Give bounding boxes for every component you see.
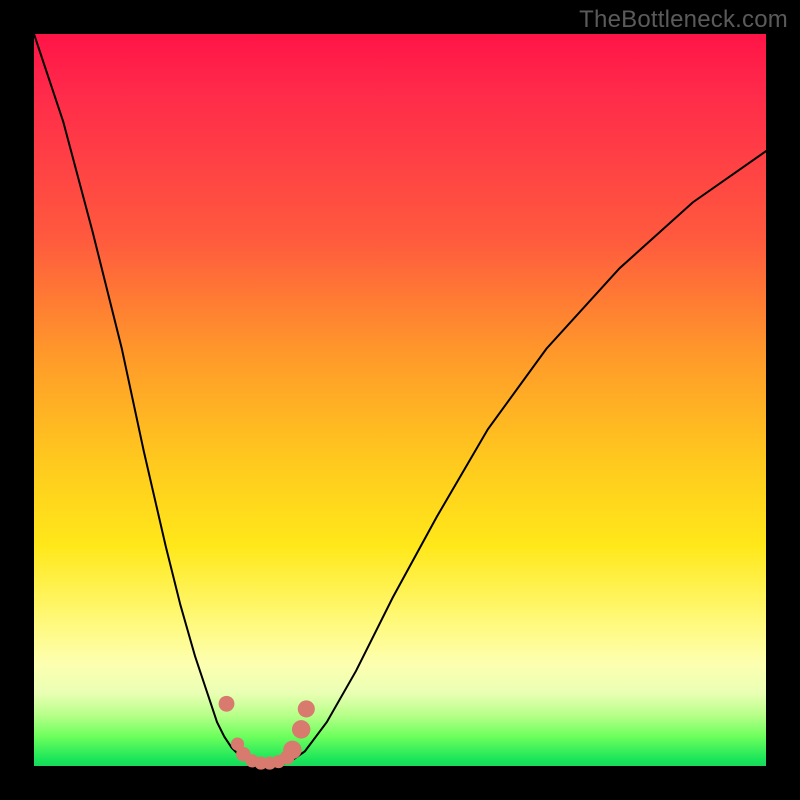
bottleneck-curve (34, 34, 766, 765)
curve-svg (34, 34, 766, 766)
plot-area (34, 34, 766, 766)
marker-group (219, 696, 315, 770)
data-marker (292, 720, 310, 738)
watermark-text: TheBottleneck.com (579, 6, 788, 34)
data-marker (283, 741, 301, 759)
curve-path-group (34, 34, 766, 765)
data-marker (219, 696, 235, 712)
chart-frame: TheBottleneck.com (0, 0, 800, 800)
data-marker (298, 700, 315, 717)
